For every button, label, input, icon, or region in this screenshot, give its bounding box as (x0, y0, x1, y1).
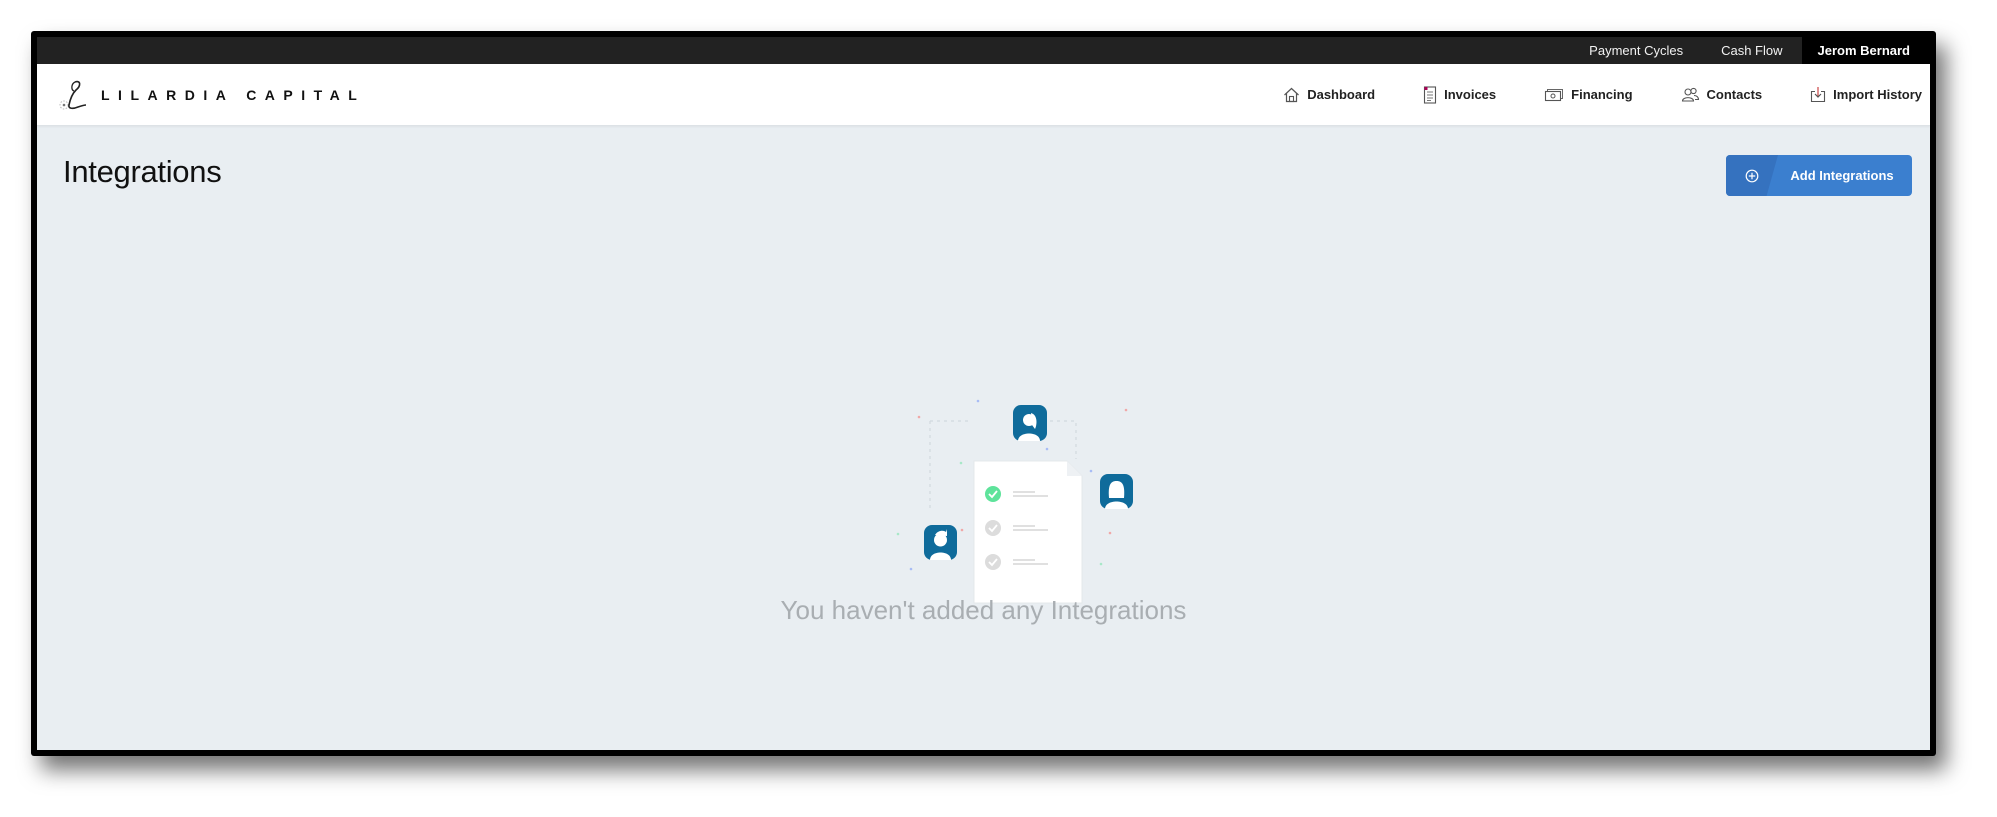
import-icon (1811, 87, 1826, 103)
user-menu[interactable]: Jerom Bernard (1801, 37, 1930, 64)
nav-item-contacts[interactable]: Contacts (1681, 87, 1763, 102)
add-integrations-button[interactable]: Add Integrations (1726, 155, 1912, 196)
nav-item-import-history[interactable]: Import History (1810, 86, 1922, 103)
brand-logo[interactable]: LILARDIA CAPITAL (57, 78, 365, 112)
nav-item-label: Dashboard (1307, 87, 1376, 102)
nav-menu: Dashboard Invoices Financing Contacts Im… (1235, 64, 1922, 125)
top-bar: Payment Cycles Cash Flow Jerom Bernard (37, 37, 1930, 64)
banknote-icon (1545, 88, 1564, 101)
nav-item-financing[interactable]: Financing (1544, 87, 1633, 102)
check-active-icon (985, 486, 1001, 502)
nav-item-label: Invoices (1444, 87, 1497, 102)
plus-circle-icon (1726, 155, 1778, 196)
topbar-link-payment-cycles[interactable]: Payment Cycles (1570, 37, 1702, 64)
topbar-link-cash-flow[interactable]: Cash Flow (1702, 37, 1801, 64)
nav-item-dashboard[interactable]: Dashboard (1283, 87, 1375, 103)
users-icon (1681, 87, 1699, 102)
nav-item-label: Contacts (1706, 87, 1763, 102)
nav-item-invoices[interactable]: Invoices (1423, 85, 1497, 104)
home-icon (1284, 87, 1300, 102)
check-inactive-icon (985, 554, 1001, 570)
brand-name: LILARDIA CAPITAL (101, 87, 366, 103)
app-window: Payment Cycles Cash Flow Jerom Bernard L… (37, 37, 1930, 750)
document-illustration (973, 460, 1083, 604)
document-icon (1424, 85, 1437, 104)
avatar-woman-ponytail-icon (1013, 405, 1047, 441)
empty-state-message: You haven't added any Integrations (780, 595, 1187, 625)
page-title: Integrations (63, 154, 222, 189)
nav-item-label: Import History (1833, 87, 1922, 102)
nav-item-label: Financing (1571, 87, 1633, 102)
add-integrations-label: Add Integrations (1790, 168, 1894, 183)
check-inactive-icon (985, 520, 1001, 536)
avatar-woman-bob-icon (1100, 474, 1133, 509)
empty-state-illustration (896, 399, 1133, 604)
avatar-man-icon (924, 525, 957, 560)
main-nav: LILARDIA CAPITAL Dashboard Invoices Fina… (37, 64, 1930, 126)
script-l-logo-icon (59, 80, 87, 110)
